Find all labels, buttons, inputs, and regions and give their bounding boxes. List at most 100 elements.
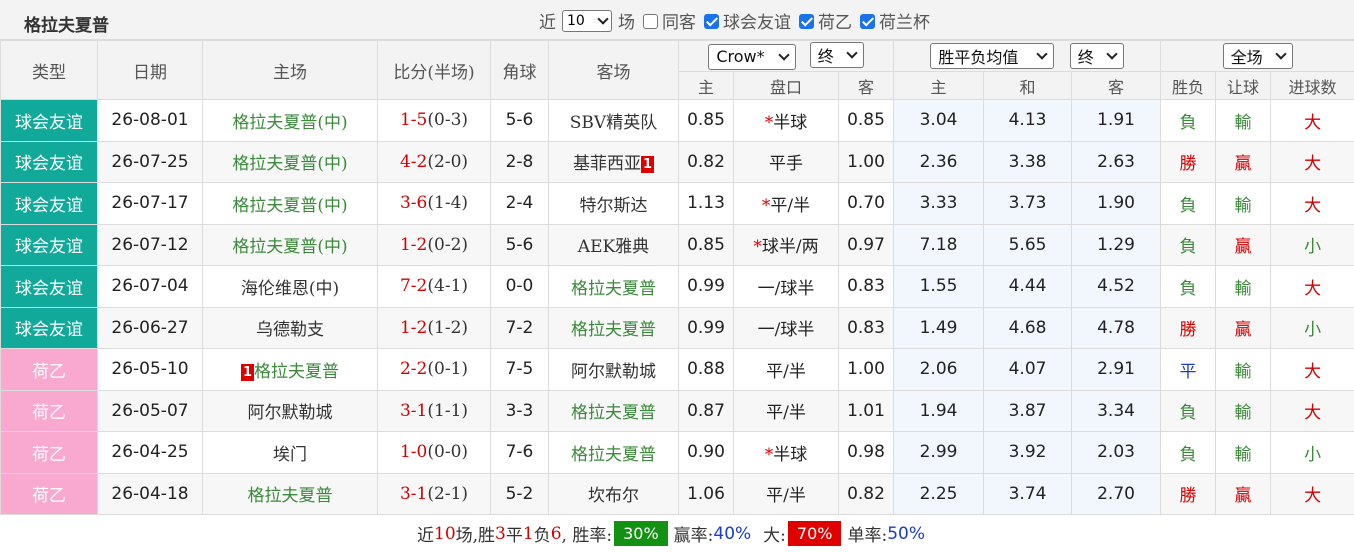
match-type[interactable]: 球会友谊 (0, 140, 98, 183)
home-team-cell[interactable]: 阿尔默勒城 (202, 389, 378, 432)
filter-friendly-checkbox[interactable] (704, 14, 719, 29)
table-row[interactable]: 球会友谊 26-07-12 格拉夫夏普(中) 1-2(0-2) 5-6 AEK雅典 0.85… (0, 223, 1354, 266)
away-team-cell[interactable]: 格拉夫夏普 (548, 306, 679, 349)
home-team-cell[interactable]: 格拉夫夏普(中) (202, 223, 378, 266)
goals-cell: 大 (1270, 140, 1354, 183)
home-team-cell[interactable]: 海伦维恩(中) (202, 265, 378, 308)
away-team-cell[interactable]: AEK雅典 (548, 223, 679, 266)
home-team-cell[interactable]: 格拉夫夏普(中) (202, 182, 378, 225)
half-time-score: (2-0) (427, 151, 469, 172)
table-row[interactable]: 荷乙 26-05-10 1 格拉夫夏普 2-2(0-1) 7-5 阿尔默勒城 0.88 平/半 1… (0, 348, 1354, 391)
score-cell[interactable]: 4-2(2-0) (377, 140, 491, 183)
summary-losses: 6 (550, 523, 562, 544)
away-team-name: 特尔斯达 (579, 195, 648, 216)
match-type[interactable]: 荷乙 (0, 389, 98, 432)
score-cell[interactable]: 7-2(4-1) (377, 265, 491, 308)
euro-odds-stage-select[interactable]: 终 (1069, 43, 1124, 69)
col-date: 日期 (97, 40, 203, 100)
filter-eerste-divisie-checkbox[interactable] (799, 14, 814, 29)
away-team-cell[interactable]: SBV精英队 (548, 99, 679, 142)
handicap-line-cell: 平/半 (733, 472, 839, 515)
handicap-company-select[interactable]: Crow* (708, 43, 797, 70)
corners-cell: 7-6 (490, 431, 549, 474)
away-team-cell[interactable]: 格拉夫夏普 (548, 431, 679, 474)
recent-count-select[interactable]: 10 (562, 9, 612, 32)
match-type[interactable]: 荷乙 (0, 431, 98, 474)
euro-draw-odds: 3.74 (983, 472, 1073, 515)
scope-select[interactable]: 全场 (1222, 43, 1293, 69)
table-row[interactable]: 球会友谊 26-06-27 乌德勒支 1-2(1-2) 7-2 格拉夫夏普 0.99 一/球半… (0, 306, 1354, 349)
match-type[interactable]: 球会友谊 (0, 306, 98, 349)
euro-odds-type-select[interactable]: 胜平负均值 (930, 43, 1055, 69)
euro-away-odds: 2.03 (1071, 431, 1162, 474)
euro-home-odds: 1.55 (893, 265, 985, 308)
handicap-away-odds: 0.98 (837, 431, 895, 474)
match-type[interactable]: 球会友谊 (0, 223, 98, 266)
filter-same-home-label: 同客 (662, 13, 696, 33)
score-cell[interactable]: 1-5(0-3) (377, 99, 491, 142)
euro-away-odds: 1.29 (1071, 223, 1162, 266)
match-type[interactable]: 荷乙 (0, 472, 98, 515)
table-row[interactable]: 荷乙 26-04-25 埃门 1-0(0-0) 7-6 格拉夫夏普 0.90 *半球 0.98 2… (0, 431, 1354, 474)
col-handicap-result: 让球 (1215, 71, 1272, 100)
table-row[interactable]: 球会友谊 26-07-04 海伦维恩(中) 7-2(4-1) 0-0 格拉夫夏普 0.99 一… (0, 265, 1354, 308)
col-euro-home: 主 (893, 71, 985, 100)
col-home: 主场 (202, 40, 378, 100)
away-team-cell[interactable]: 格拉夫夏普 (548, 265, 679, 308)
match-date: 26-06-27 (97, 306, 203, 349)
table-row[interactable]: 荷乙 26-04-18 格拉夫夏普 3-1(2-1) 5-2 坎布尔 1.06 平/半 0.82… (0, 472, 1354, 515)
score-cell[interactable]: 2-2(0-1) (377, 348, 491, 391)
score-cell[interactable]: 3-1(2-1) (377, 472, 491, 515)
table-row[interactable]: 荷乙 26-05-07 阿尔默勒城 3-1(1-1) 3-3 格拉夫夏普 0.87 平/半 1.… (0, 389, 1354, 432)
home-team-cell[interactable]: 1 格拉夫夏普 (202, 348, 378, 391)
score-cell[interactable]: 1-2(1-2) (377, 306, 491, 349)
star-mark: * (764, 444, 774, 465)
match-type[interactable]: 荷乙 (0, 348, 98, 391)
handicap-home-odds: 0.99 (678, 265, 734, 308)
half-time-score: (1-1) (427, 400, 469, 421)
table-row[interactable]: 球会友谊 26-08-01 格拉夫夏普(中) 1-5(0-3) 5-6 SBV精英队 0.8… (0, 99, 1354, 142)
home-team-cell[interactable]: 格拉夫夏普(中) (202, 140, 378, 183)
away-team-cell[interactable]: 格拉夫夏普 (548, 389, 679, 432)
star-mark: * (753, 237, 762, 258)
home-team-cell[interactable]: 格拉夫夏普 (202, 472, 378, 515)
away-team-cell[interactable]: 基菲西亚 1 (548, 140, 679, 183)
home-team-cell[interactable]: 埃门 (202, 431, 378, 474)
handicap-line: 平/半 (770, 195, 811, 216)
handicap-away-odds: 1.00 (837, 140, 895, 183)
home-team-cell[interactable]: 格拉夫夏普(中) (202, 99, 378, 142)
summary-text: 赢率: (673, 526, 714, 546)
handicap-stage-select[interactable]: 终 (809, 42, 864, 69)
table-row[interactable]: 球会友谊 26-07-17 格拉夫夏普(中) 3-6(1-4) 2-4 特尔斯达 1.13 *… (0, 182, 1354, 225)
home-team-cell[interactable]: 乌德勒支 (202, 306, 378, 349)
handicap-line: 半球 (773, 444, 808, 465)
score-cell[interactable]: 1-0(0-0) (377, 431, 491, 474)
match-date: 26-07-04 (97, 265, 203, 308)
result-cell: 勝 (1160, 140, 1217, 183)
score-cell[interactable]: 3-1(1-1) (377, 389, 491, 432)
filter-same-home-checkbox[interactable] (643, 14, 658, 29)
filter-knvb-cup-checkbox[interactable] (860, 14, 875, 29)
match-type[interactable]: 球会友谊 (0, 265, 98, 308)
cover-rate: 40% (713, 523, 752, 544)
away-team-name: 格拉夫夏普 (571, 403, 656, 424)
corners-cell: 5-6 (490, 223, 549, 266)
handicap-away-odds: 0.82 (837, 472, 895, 515)
match-type[interactable]: 球会友谊 (0, 182, 98, 225)
home-team-name: 海伦维恩(中) (240, 278, 340, 299)
table-row[interactable]: 球会友谊 26-07-25 格拉夫夏普(中) 4-2(2-0) 2-8 基菲西亚 1 0.82… (0, 140, 1354, 183)
away-team-cell[interactable]: 阿尔默勒城 (548, 348, 679, 391)
euro-away-odds: 4.52 (1071, 265, 1162, 308)
euro-home-odds: 1.49 (893, 306, 985, 349)
away-team-cell[interactable]: 特尔斯达 (548, 182, 679, 225)
col-handicap-away: 客 (837, 71, 895, 100)
summary-text: 大: (763, 526, 786, 546)
away-team-cell[interactable]: 坎布尔 (548, 472, 679, 515)
match-type[interactable]: 球会友谊 (0, 99, 98, 142)
match-history-table: 类型 日期 主场 比分(半场) 角球 客场 Crow* 终 胜平负均值 终 全场… (0, 40, 1354, 515)
euro-draw-odds: 5.65 (983, 223, 1073, 266)
odd-rate: 50% (887, 523, 925, 544)
score-cell[interactable]: 1-2(0-2) (377, 223, 491, 266)
result-cell: 負 (1160, 431, 1217, 474)
score-cell[interactable]: 3-6(1-4) (377, 182, 491, 225)
